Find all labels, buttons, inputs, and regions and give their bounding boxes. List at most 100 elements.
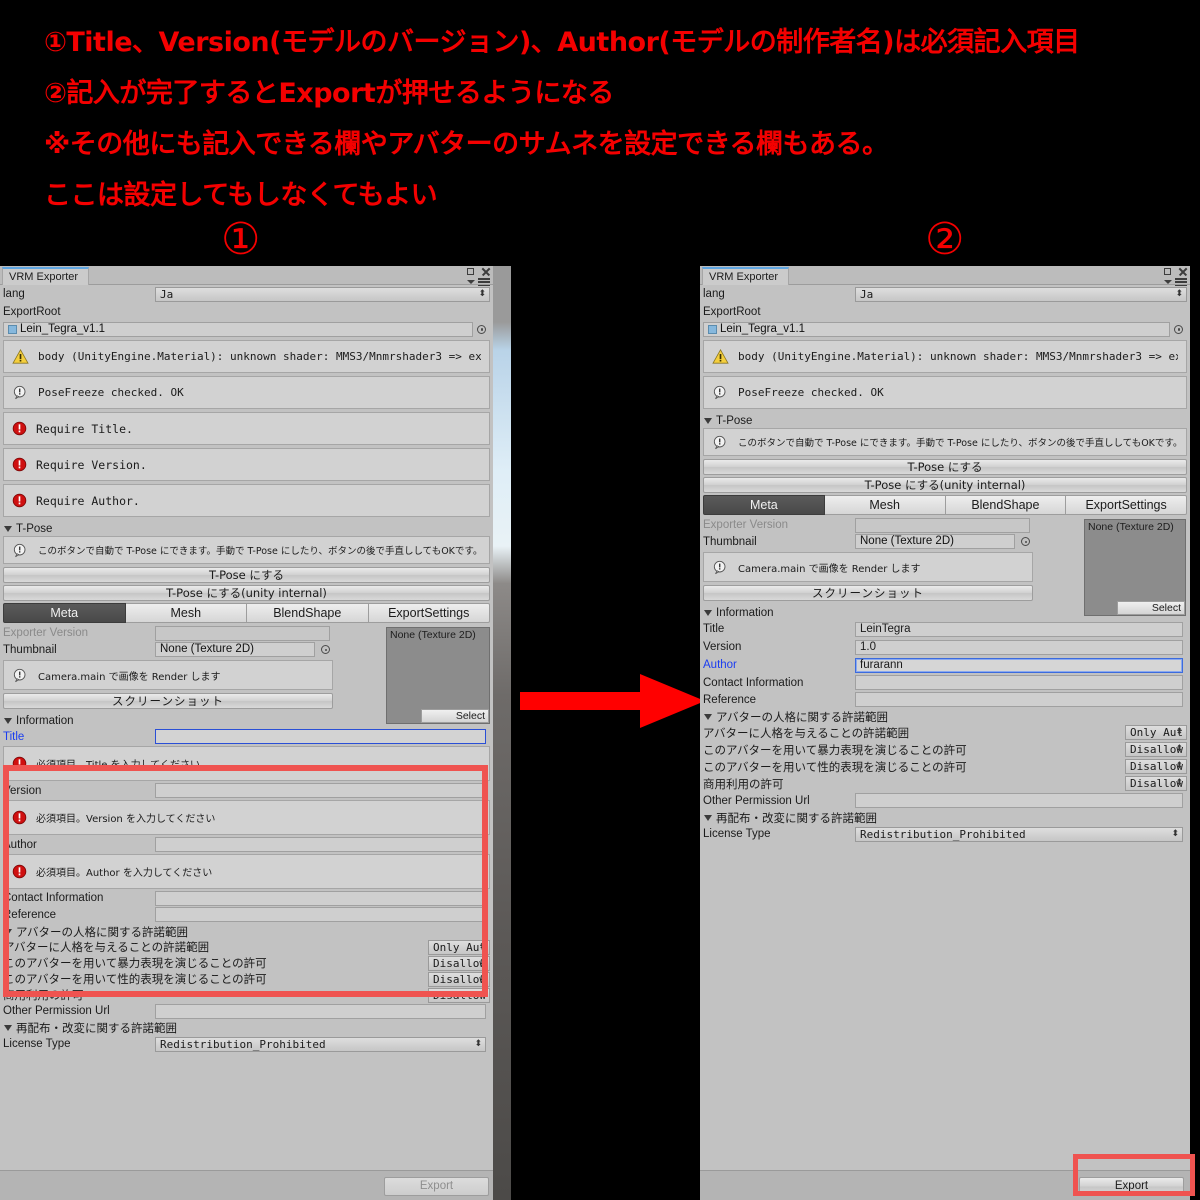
permission-dropdown[interactable]: Disallow ⬍	[1125, 759, 1187, 774]
tab-mesh[interactable]: Mesh	[125, 603, 247, 623]
author-error-box: 必須項目。Author を入力してください	[3, 854, 490, 889]
close-icon[interactable]	[1178, 267, 1187, 276]
object-picker-icon[interactable]	[1021, 537, 1030, 546]
tpose-foldout-label: T-Pose	[16, 522, 53, 535]
camera-help-wrap: Camera.main で画像を Render します スクリーンショット	[700, 550, 1036, 601]
prefab-cube-icon	[708, 324, 717, 334]
chevron-down-icon[interactable]	[467, 280, 475, 284]
permission-dropdown[interactable]: Disallow ⬍	[428, 971, 490, 987]
object-picker-icon[interactable]	[321, 645, 330, 654]
other-permission-input[interactable]	[155, 1003, 486, 1019]
lang-dropdown[interactable]: Ja ⬍	[155, 286, 490, 302]
tab-exportsettings[interactable]: ExportSettings	[368, 603, 490, 623]
lang-label: lang	[703, 288, 725, 300]
title-error-box: 必須項目。Title を入力してください	[3, 746, 490, 781]
tpose-foldout[interactable]: T-Pose	[700, 413, 1190, 428]
version-input[interactable]	[155, 783, 486, 798]
message-text: body (UnityEngine.Material): unknown sha…	[738, 350, 1178, 363]
window-tab-vrm-exporter[interactable]: VRM Exporter	[702, 267, 790, 285]
thumbnail-select-button[interactable]: Select	[1117, 601, 1185, 615]
window-tab-vrm-exporter[interactable]: VRM Exporter	[2, 267, 90, 285]
chevron-down-icon[interactable]	[1164, 280, 1172, 284]
permission-label: このアバターを用いて性的表現を演じることの許可	[3, 972, 267, 986]
updown-icon: ⬍	[1171, 828, 1179, 839]
info-icon	[13, 543, 26, 557]
tpose-unity-button[interactable]: T-Pose にする(unity internal)	[703, 477, 1187, 493]
tpose-unity-button[interactable]: T-Pose にする(unity internal)	[3, 585, 490, 601]
title-input[interactable]: LeinTegra	[855, 621, 1183, 637]
tab-blendshape[interactable]: BlendShape	[945, 495, 1067, 515]
tab-meta[interactable]: Meta	[3, 603, 126, 623]
other-permission-input[interactable]	[855, 793, 1183, 808]
permission-dropdown[interactable]: Disallow ⬍	[1125, 776, 1187, 791]
author-error-wrap: 必須項目。Author を入力してください	[0, 853, 493, 890]
marker-circle-1: ①	[221, 214, 261, 265]
updown-icon: ⬍	[478, 288, 486, 299]
tpose-button[interactable]: T-Pose にする	[703, 459, 1187, 475]
tab-mesh[interactable]: Mesh	[824, 495, 946, 515]
tpose-foldout[interactable]: T-Pose	[0, 521, 493, 536]
permission-dropdown[interactable]: Disallow ⬍	[428, 955, 490, 971]
version-input[interactable]: 1.0	[855, 639, 1183, 655]
maximize-icon[interactable]	[1164, 268, 1171, 275]
close-icon[interactable]	[481, 267, 490, 276]
contact-input[interactable]	[155, 890, 486, 906]
reference-input[interactable]	[855, 692, 1183, 707]
export-button[interactable]: Export	[1079, 1177, 1184, 1196]
hamburger-menu-icon[interactable]	[478, 278, 490, 286]
message-list-right: body (UnityEngine.Material): unknown sha…	[700, 338, 1190, 409]
redistribution-foldout-label: 再配布・改変に関する許諾範囲	[16, 1020, 177, 1035]
title-label: Title	[3, 730, 25, 743]
personality-foldout[interactable]: アバターの人格に関する許諾範囲	[0, 924, 493, 939]
annotation-line-3: ※その他にも記入できる欄やアバターのサムネを設定できる欄もある。	[44, 129, 889, 160]
redistribution-foldout[interactable]: 再配布・改変に関する許諾範囲	[0, 1020, 493, 1035]
contact-label: Contact Information	[703, 676, 804, 689]
export-button[interactable]: Export	[384, 1177, 489, 1196]
author-input[interactable]: furarann	[855, 657, 1183, 673]
object-picker-icon[interactable]	[1174, 324, 1183, 334]
permission-dropdown[interactable]: Disallow ⬍	[1125, 742, 1187, 757]
tab-meta[interactable]: Meta	[703, 495, 825, 515]
license-type-dropdown[interactable]: Redistribution_Prohibited ⬍	[155, 1036, 486, 1052]
error-icon	[12, 864, 27, 879]
tab-blendshape[interactable]: BlendShape	[247, 603, 369, 623]
information-foldout-label: Information	[716, 606, 774, 619]
contact-input[interactable]	[855, 675, 1183, 690]
message-error-title: Require Title.	[3, 412, 490, 445]
export-root-object-field[interactable]: Lein_Tegra_v1.1	[703, 321, 1170, 337]
reference-input[interactable]	[155, 907, 486, 922]
screenshot-button[interactable]: スクリーンショット	[3, 693, 333, 709]
title-input[interactable]	[155, 729, 486, 744]
annotation-line-1: ①Title、Version(モデルのバージョン)、Author(モデルの制作者…	[44, 27, 1080, 58]
object-picker-icon[interactable]	[477, 324, 486, 334]
redistribution-foldout[interactable]: 再配布・改変に関する許諾範囲	[700, 810, 1190, 825]
maximize-icon[interactable]	[467, 268, 474, 275]
author-error-text: 必須項目。Author を入力してください	[36, 868, 213, 879]
thumbnail-object-field[interactable]: None (Texture 2D)	[855, 534, 1015, 549]
license-type-dropdown[interactable]: Redistribution_Prohibited ⬍	[855, 826, 1183, 842]
version-error-text: 必須項目。Version を入力してください	[36, 814, 216, 825]
author-input[interactable]	[155, 837, 486, 852]
tab-exportsettings[interactable]: ExportSettings	[1066, 495, 1187, 515]
screenshot-button[interactable]: スクリーンショット	[703, 585, 1033, 601]
updown-icon: ⬍	[1175, 744, 1183, 754]
window-body-left: lang Ja ⬍ ExportRoot Lein_Tegra_v1.1 bod…	[0, 285, 493, 1053]
window-body-right: lang Ja ⬍ ExportRoot Lein_Tegra_v1.1 bod…	[700, 285, 1190, 843]
vrm-exporter-window-left: VRM Exporter lang Ja ⬍ ExportRoot Lein_T…	[0, 266, 493, 1200]
lang-dropdown[interactable]: Ja ⬍	[855, 286, 1187, 302]
version-row: Version	[0, 782, 493, 799]
tpose-button[interactable]: T-Pose にする	[3, 567, 490, 583]
triangle-down-icon	[4, 525, 12, 532]
info-icon	[13, 385, 26, 400]
personality-foldout[interactable]: アバターの人格に関する許諾範囲	[700, 709, 1190, 724]
hamburger-menu-icon[interactable]	[1175, 278, 1187, 286]
permission-dropdown[interactable]: Only Aut ⬍	[428, 939, 490, 955]
title-label: Title	[703, 623, 725, 635]
permission-dropdown[interactable]: Only Aut ⬍	[1125, 725, 1187, 740]
camera-help-wrap: Camera.main で画像を Render します スクリーンショット	[0, 658, 336, 709]
thumbnail-object-field[interactable]: None (Texture 2D)	[155, 642, 315, 657]
export-root-object-field[interactable]: Lein_Tegra_v1.1	[3, 321, 473, 337]
warning-icon	[12, 349, 29, 364]
permission-dropdown[interactable]: Disallow ⬍	[428, 987, 490, 1003]
thumbnail-select-button[interactable]: Select	[421, 709, 489, 723]
